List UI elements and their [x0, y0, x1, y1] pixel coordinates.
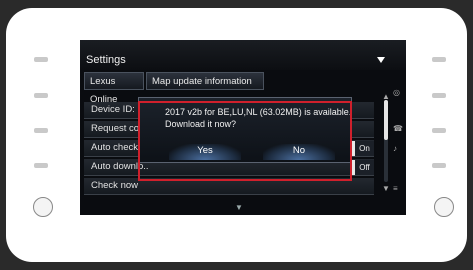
phone-icon[interactable]: ☎	[393, 124, 403, 133]
auto-download-toggle[interactable]: Off	[352, 160, 374, 175]
setting-row-label: Check now	[91, 180, 138, 191]
left-hard-button-1[interactable]	[34, 57, 48, 62]
setting-row-check-now[interactable]: Check now	[84, 178, 374, 195]
setting-row-label: Device ID:	[91, 104, 135, 115]
auto-check-toggle[interactable]: On	[352, 141, 374, 156]
left-knob[interactable]	[33, 197, 53, 217]
scroll-up-icon[interactable]: ▲	[382, 92, 390, 101]
right-hard-button-4[interactable]	[432, 163, 446, 168]
left-hard-button-4[interactable]	[34, 163, 48, 168]
nav-icon[interactable]: ◎	[393, 88, 400, 97]
audio-icon[interactable]: ♪	[393, 144, 397, 153]
right-shortcut-rail: ◎ ☎ ♪ ≡	[392, 84, 404, 204]
right-hard-button-2[interactable]	[432, 93, 446, 98]
left-hard-button-2[interactable]	[34, 93, 48, 98]
scrollbar-thumb[interactable]	[384, 100, 388, 140]
scroll-down-icon[interactable]: ▼	[382, 184, 390, 193]
scrollbar[interactable]	[384, 100, 388, 182]
status-bar	[80, 40, 406, 70]
display-screen: Settings Lexus Online Map update informa…	[80, 40, 406, 215]
dialog-message: 2017 v2b for BE,LU,NL (63.02MB) is avail…	[165, 106, 351, 130]
yes-button[interactable]: Yes	[169, 144, 241, 160]
right-knob[interactable]	[434, 197, 454, 217]
page-title: Settings	[86, 54, 126, 66]
right-hard-button-1[interactable]	[432, 57, 446, 62]
dialog-message-line-1: 2017 v2b for BE,LU,NL (63.02MB) is avail…	[165, 107, 352, 117]
more-below-chevron-icon: ▼	[235, 203, 243, 212]
menu-icon[interactable]: ≡	[393, 184, 398, 193]
tab-map-update-information[interactable]: Map update information	[146, 72, 264, 90]
dialog-message-line-2: Download it now?	[165, 119, 237, 129]
tab-lexus-online[interactable]: Lexus Online	[84, 72, 144, 105]
no-button[interactable]: No	[263, 144, 335, 160]
right-hard-button-3[interactable]	[432, 128, 446, 133]
setting-row-label: Auto check	[91, 142, 138, 153]
update-available-dialog: 2017 v2b for BE,LU,NL (63.02MB) is avail…	[138, 97, 352, 163]
signal-icon	[377, 57, 385, 63]
left-hard-button-3[interactable]	[34, 128, 48, 133]
